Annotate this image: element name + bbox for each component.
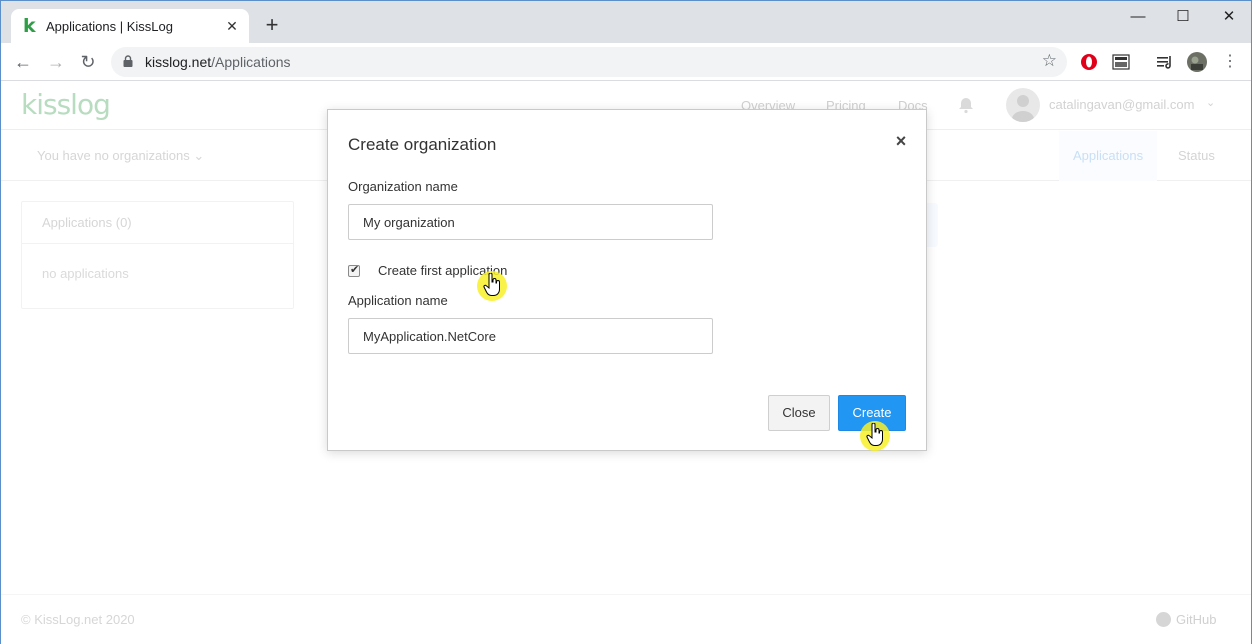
- browser-menu-icon[interactable]: ⋮: [1219, 51, 1241, 73]
- checkmark-icon: ✔: [350, 264, 360, 276]
- opera-extension-icon[interactable]: [1079, 52, 1099, 72]
- user-email[interactable]: catalingavan@gmail.com: [1049, 97, 1194, 112]
- applications-panel-title: Applications: [42, 215, 113, 230]
- back-arrow-icon[interactable]: ←: [12, 51, 34, 73]
- close-button[interactable]: Close: [768, 395, 830, 431]
- hand-cursor-icon: [477, 271, 511, 305]
- user-avatar[interactable]: [1006, 88, 1040, 122]
- applications-panel: Applications (0) no applications: [21, 201, 294, 309]
- browser-toolbar: ← → ↻ kisslog.net/Applications ☆ ⋮: [1, 43, 1251, 81]
- bookmark-star-icon[interactable]: ☆: [1042, 51, 1057, 71]
- maximize-window-button[interactable]: ☐: [1172, 7, 1194, 27]
- applications-count: (0): [115, 215, 132, 230]
- new-tab-button[interactable]: +: [261, 14, 283, 36]
- minimize-window-button[interactable]: —: [1127, 7, 1149, 27]
- github-link[interactable]: GitHub: [1156, 612, 1216, 627]
- modal-close-icon[interactable]: ×: [892, 130, 910, 152]
- organization-selector[interactable]: You have no organizations ⌄: [37, 148, 204, 164]
- chevron-down-icon: ⌄: [193, 148, 205, 163]
- hand-cursor-icon: [860, 421, 894, 455]
- url-text: kisslog.net/Applications: [145, 54, 291, 70]
- applications-empty-text: no applications: [42, 266, 129, 281]
- user-avatar-icon: [1012, 95, 1034, 122]
- create-organization-modal: Create organization × Organization name …: [327, 109, 927, 451]
- organization-name-input[interactable]: [348, 204, 713, 240]
- reload-icon[interactable]: ↻: [77, 51, 99, 73]
- tab-applications[interactable]: Applications: [1059, 131, 1158, 181]
- tab-close-icon[interactable]: ✕: [223, 17, 241, 35]
- copyright-text: © KissLog.net 2020: [21, 612, 135, 627]
- browser-tabstrip: k Applications | KissLog ✕ + — ☐ ✕: [1, 1, 1251, 43]
- chevron-down-icon[interactable]: ⌄: [1206, 96, 1215, 109]
- applications-panel-header: Applications (0): [22, 202, 293, 244]
- application-name-label: Application name: [348, 293, 448, 308]
- modal-title: Create organization: [348, 135, 497, 154]
- url-path: /Applications: [211, 54, 291, 70]
- site-footer: © KissLog.net 2020 GitHub: [1, 594, 1251, 644]
- tab-status[interactable]: Status: [1164, 131, 1229, 181]
- organization-selector-label: You have no organizations: [37, 148, 190, 163]
- kisslog-favicon-icon: k: [23, 15, 36, 37]
- kisslog-logo[interactable]: kisslog: [21, 88, 111, 121]
- close-window-button[interactable]: ✕: [1218, 7, 1240, 27]
- organization-name-label: Organization name: [348, 179, 458, 194]
- news-extension-icon[interactable]: [1111, 52, 1131, 72]
- url-host: kisslog.net: [145, 54, 212, 70]
- create-first-application-checkbox[interactable]: ✔: [348, 264, 360, 277]
- address-bar[interactable]: kisslog.net/Applications ☆: [111, 47, 1067, 77]
- lock-icon: [123, 55, 133, 67]
- media-queue-icon[interactable]: [1155, 52, 1175, 72]
- tab-title: Applications | KissLog: [46, 19, 173, 34]
- github-icon: [1156, 612, 1171, 627]
- github-link-label: GitHub: [1176, 612, 1217, 627]
- profile-avatar-icon[interactable]: [1187, 52, 1207, 72]
- forward-arrow-icon[interactable]: →: [45, 51, 67, 73]
- browser-tab[interactable]: k Applications | KissLog ✕: [11, 9, 249, 43]
- notifications-bell-icon[interactable]: [957, 96, 975, 114]
- application-name-input[interactable]: [348, 318, 713, 354]
